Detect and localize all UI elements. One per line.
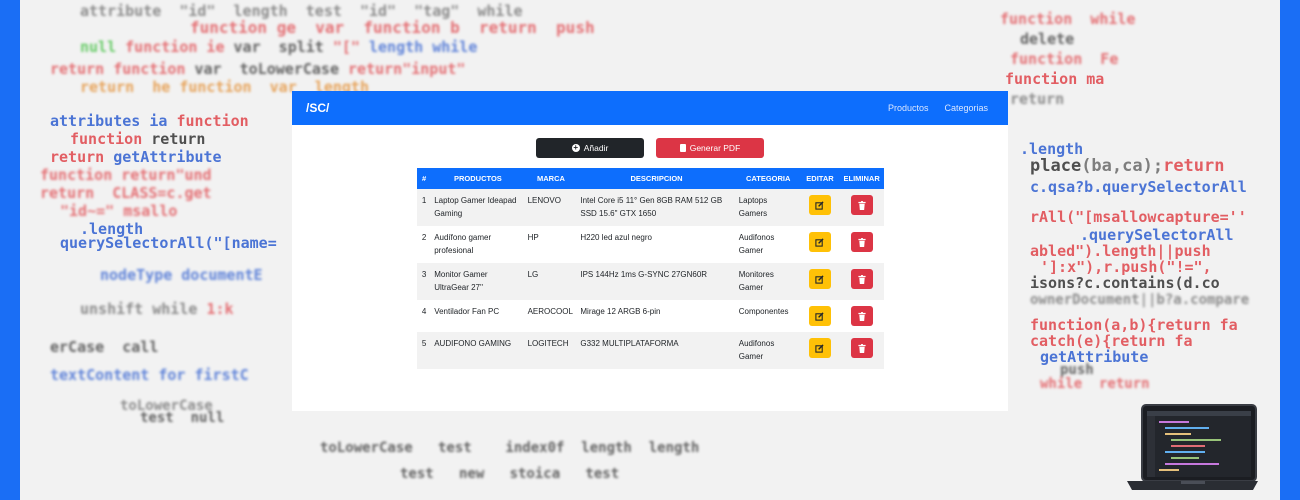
- delete-button[interactable]: [850, 338, 873, 358]
- delete-button[interactable]: [850, 269, 873, 289]
- brand-logo[interactable]: /SC/: [306, 101, 329, 115]
- row-id: 3: [417, 263, 432, 300]
- row-id: 1: [417, 189, 432, 226]
- nav-links: Productos Categorias: [888, 103, 988, 113]
- generate-pdf-label: Generar PDF: [689, 143, 741, 153]
- nav-link-categorias[interactable]: Categorias: [944, 103, 988, 113]
- row-id: 5: [417, 332, 432, 369]
- row-id: 4: [417, 300, 432, 332]
- row-delete-cell: [839, 226, 884, 263]
- header-editar: EDITAR: [800, 168, 840, 189]
- row-producto: AUDIFONO GAMING: [431, 332, 525, 369]
- action-bar: + Añadir Generar PDF: [292, 138, 1008, 158]
- row-categoria: Monitores Gamer: [735, 263, 801, 300]
- edit-button[interactable]: [808, 269, 831, 289]
- row-marca: LENOVO: [524, 189, 578, 226]
- row-edit-cell: [800, 332, 840, 369]
- delete-button[interactable]: [850, 232, 873, 252]
- table-header-row: # PRODUCTOS MARCA DESCRIPCION CATEGORIA …: [417, 168, 884, 189]
- header-marca: MARCA: [524, 168, 578, 189]
- row-descripcion: IPS 144Hz 1ms G-SYNC 27GN60R: [577, 263, 736, 300]
- row-producto: Audífono gamer profesional: [431, 226, 525, 263]
- trash-icon: [858, 311, 866, 321]
- navbar: /SC/ Productos Categorias: [292, 91, 1008, 125]
- file-pdf-icon: [679, 144, 686, 152]
- row-marca: LOGITECH: [524, 332, 578, 369]
- add-button[interactable]: + Añadir: [536, 138, 644, 158]
- row-delete-cell: [839, 300, 884, 332]
- edit-icon: [815, 311, 825, 321]
- edit-icon: [815, 200, 825, 210]
- row-producto: Monitor Gamer UltraGear 27'': [431, 263, 525, 300]
- edit-button[interactable]: [808, 338, 831, 358]
- row-delete-cell: [839, 189, 884, 226]
- edit-button[interactable]: [808, 195, 831, 215]
- table-row: 2 Audífono gamer profesional HP H220 led…: [417, 226, 884, 263]
- header-productos: PRODUCTOS: [431, 168, 525, 189]
- row-producto: Laptop Gamer Ideapad Gaming: [431, 189, 525, 226]
- edit-icon: [815, 274, 825, 284]
- trash-icon: [858, 343, 866, 353]
- row-delete-cell: [839, 263, 884, 300]
- row-edit-cell: [800, 300, 840, 332]
- row-edit-cell: [800, 263, 840, 300]
- row-descripcion: Mirage 12 ARGB 6-pin: [577, 300, 736, 332]
- row-descripcion: H220 led azul negro: [577, 226, 736, 263]
- table-row: 1 Laptop Gamer Ideapad Gaming LENOVO Int…: [417, 189, 884, 226]
- header-categoria: CATEGORIA: [735, 168, 801, 189]
- plus-circle-icon: +: [571, 143, 580, 152]
- table-row: 4 Ventilador Fan PC AEROCOOL Mirage 12 A…: [417, 300, 884, 332]
- row-categoria: Audifonos Gamer: [735, 332, 801, 369]
- row-marca: HP: [524, 226, 578, 263]
- row-producto: Ventilador Fan PC: [431, 300, 525, 332]
- row-categoria: Laptops Gamers: [735, 189, 801, 226]
- row-id: 2: [417, 226, 432, 263]
- laptop-code-icon: [1127, 404, 1258, 490]
- edit-icon: [815, 343, 825, 353]
- delete-button[interactable]: [850, 306, 873, 326]
- delete-button[interactable]: [850, 195, 873, 215]
- row-marca: AEROCOOL: [524, 300, 578, 332]
- row-categoria: Audifonos Gamer: [735, 226, 801, 263]
- table-row: 5 AUDIFONO GAMING LOGITECH G332 MULTIPLA…: [417, 332, 884, 369]
- trash-icon: [858, 237, 866, 247]
- row-descripcion: G332 MULTIPLATAFORMA: [577, 332, 736, 369]
- header-eliminar: ELIMINAR: [839, 168, 884, 189]
- row-edit-cell: [800, 226, 840, 263]
- row-descripcion: Intel Core i5 11° Gen 8GB RAM 512 GB SSD…: [577, 189, 736, 226]
- header-number: #: [417, 168, 432, 189]
- trash-icon: [858, 274, 866, 284]
- generate-pdf-button[interactable]: Generar PDF: [656, 138, 764, 158]
- nav-link-productos[interactable]: Productos: [888, 103, 929, 113]
- edit-icon: [815, 237, 825, 247]
- add-button-label: Añadir: [583, 143, 609, 153]
- table-row: 3 Monitor Gamer UltraGear 27'' LG IPS 14…: [417, 263, 884, 300]
- header-descripcion: DESCRIPCION: [577, 168, 736, 189]
- edit-button[interactable]: [808, 232, 831, 252]
- products-table: # PRODUCTOS MARCA DESCRIPCION CATEGORIA …: [417, 168, 884, 369]
- row-categoria: Componentes: [735, 300, 801, 332]
- trash-icon: [858, 200, 866, 210]
- row-marca: LG: [524, 263, 578, 300]
- app-window: /SC/ Productos Categorias + Añadir Gener…: [292, 91, 1008, 411]
- row-edit-cell: [800, 189, 840, 226]
- edit-button[interactable]: [808, 306, 831, 326]
- row-delete-cell: [839, 332, 884, 369]
